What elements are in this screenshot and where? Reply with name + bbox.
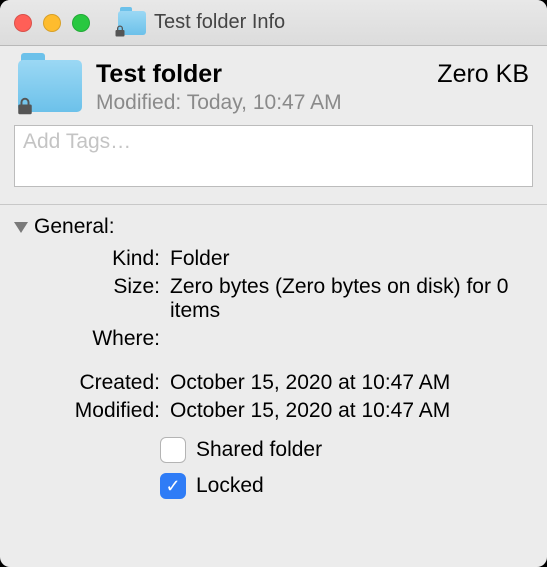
general-label: General:	[34, 215, 115, 239]
locked-checkbox[interactable]: ✓	[160, 473, 186, 499]
shared-folder-label: Shared folder	[196, 438, 322, 462]
titlebar[interactable]: Test folder Info	[0, 0, 547, 46]
item-modified: Modified: Today, 10:47 AM	[96, 91, 423, 115]
traffic-lights	[14, 14, 90, 32]
created-value: October 15, 2020 at 10:47 AM	[170, 371, 527, 395]
locked-row[interactable]: ✓ Locked	[160, 473, 527, 499]
modified-value: October 15, 2020 at 10:47 AM	[170, 399, 527, 423]
chevron-down-icon	[14, 222, 28, 233]
tags-input[interactable]	[14, 125, 533, 187]
shared-folder-checkbox[interactable]	[160, 437, 186, 463]
minimize-icon[interactable]	[43, 14, 61, 32]
modified-label: Modified:	[96, 91, 181, 114]
shared-folder-row[interactable]: Shared folder	[160, 437, 527, 463]
title-content: Test folder Info	[118, 11, 285, 35]
created-label: Created:	[20, 371, 160, 395]
size-label: Size:	[20, 275, 160, 323]
tags-area	[0, 125, 547, 204]
zoom-icon[interactable]	[72, 14, 90, 32]
modified-value: Today, 10:47 AM	[187, 91, 342, 114]
where-label: Where:	[20, 327, 160, 351]
content: General: Kind: Folder Size: Zero bytes (…	[0, 204, 547, 499]
locked-label: Locked	[196, 474, 264, 498]
info-window: Test folder Info Test folder Modified: T…	[0, 0, 547, 567]
lock-icon	[16, 96, 34, 116]
item-size: Zero KB	[437, 60, 529, 89]
kind-value: Folder	[170, 247, 527, 271]
lock-icon	[114, 24, 126, 38]
kind-label: Kind:	[20, 247, 160, 271]
modified-label: Modified:	[20, 399, 160, 423]
folder-icon	[118, 11, 146, 35]
check-icon: ✓	[165, 477, 180, 495]
item-name: Test folder	[96, 60, 423, 89]
checkboxes: Shared folder ✓ Locked	[0, 423, 547, 499]
folder-icon	[18, 60, 82, 112]
size-value: Zero bytes (Zero bytes on disk) for 0 it…	[170, 275, 527, 323]
header: Test folder Modified: Today, 10:47 AM Ze…	[0, 46, 547, 125]
general-fields: Kind: Folder Size: Zero bytes (Zero byte…	[0, 245, 547, 423]
header-text: Test folder Modified: Today, 10:47 AM	[96, 60, 423, 115]
close-icon[interactable]	[14, 14, 32, 32]
general-section-header[interactable]: General:	[0, 213, 547, 245]
window-title: Test folder Info	[154, 11, 285, 34]
where-value	[170, 327, 527, 351]
